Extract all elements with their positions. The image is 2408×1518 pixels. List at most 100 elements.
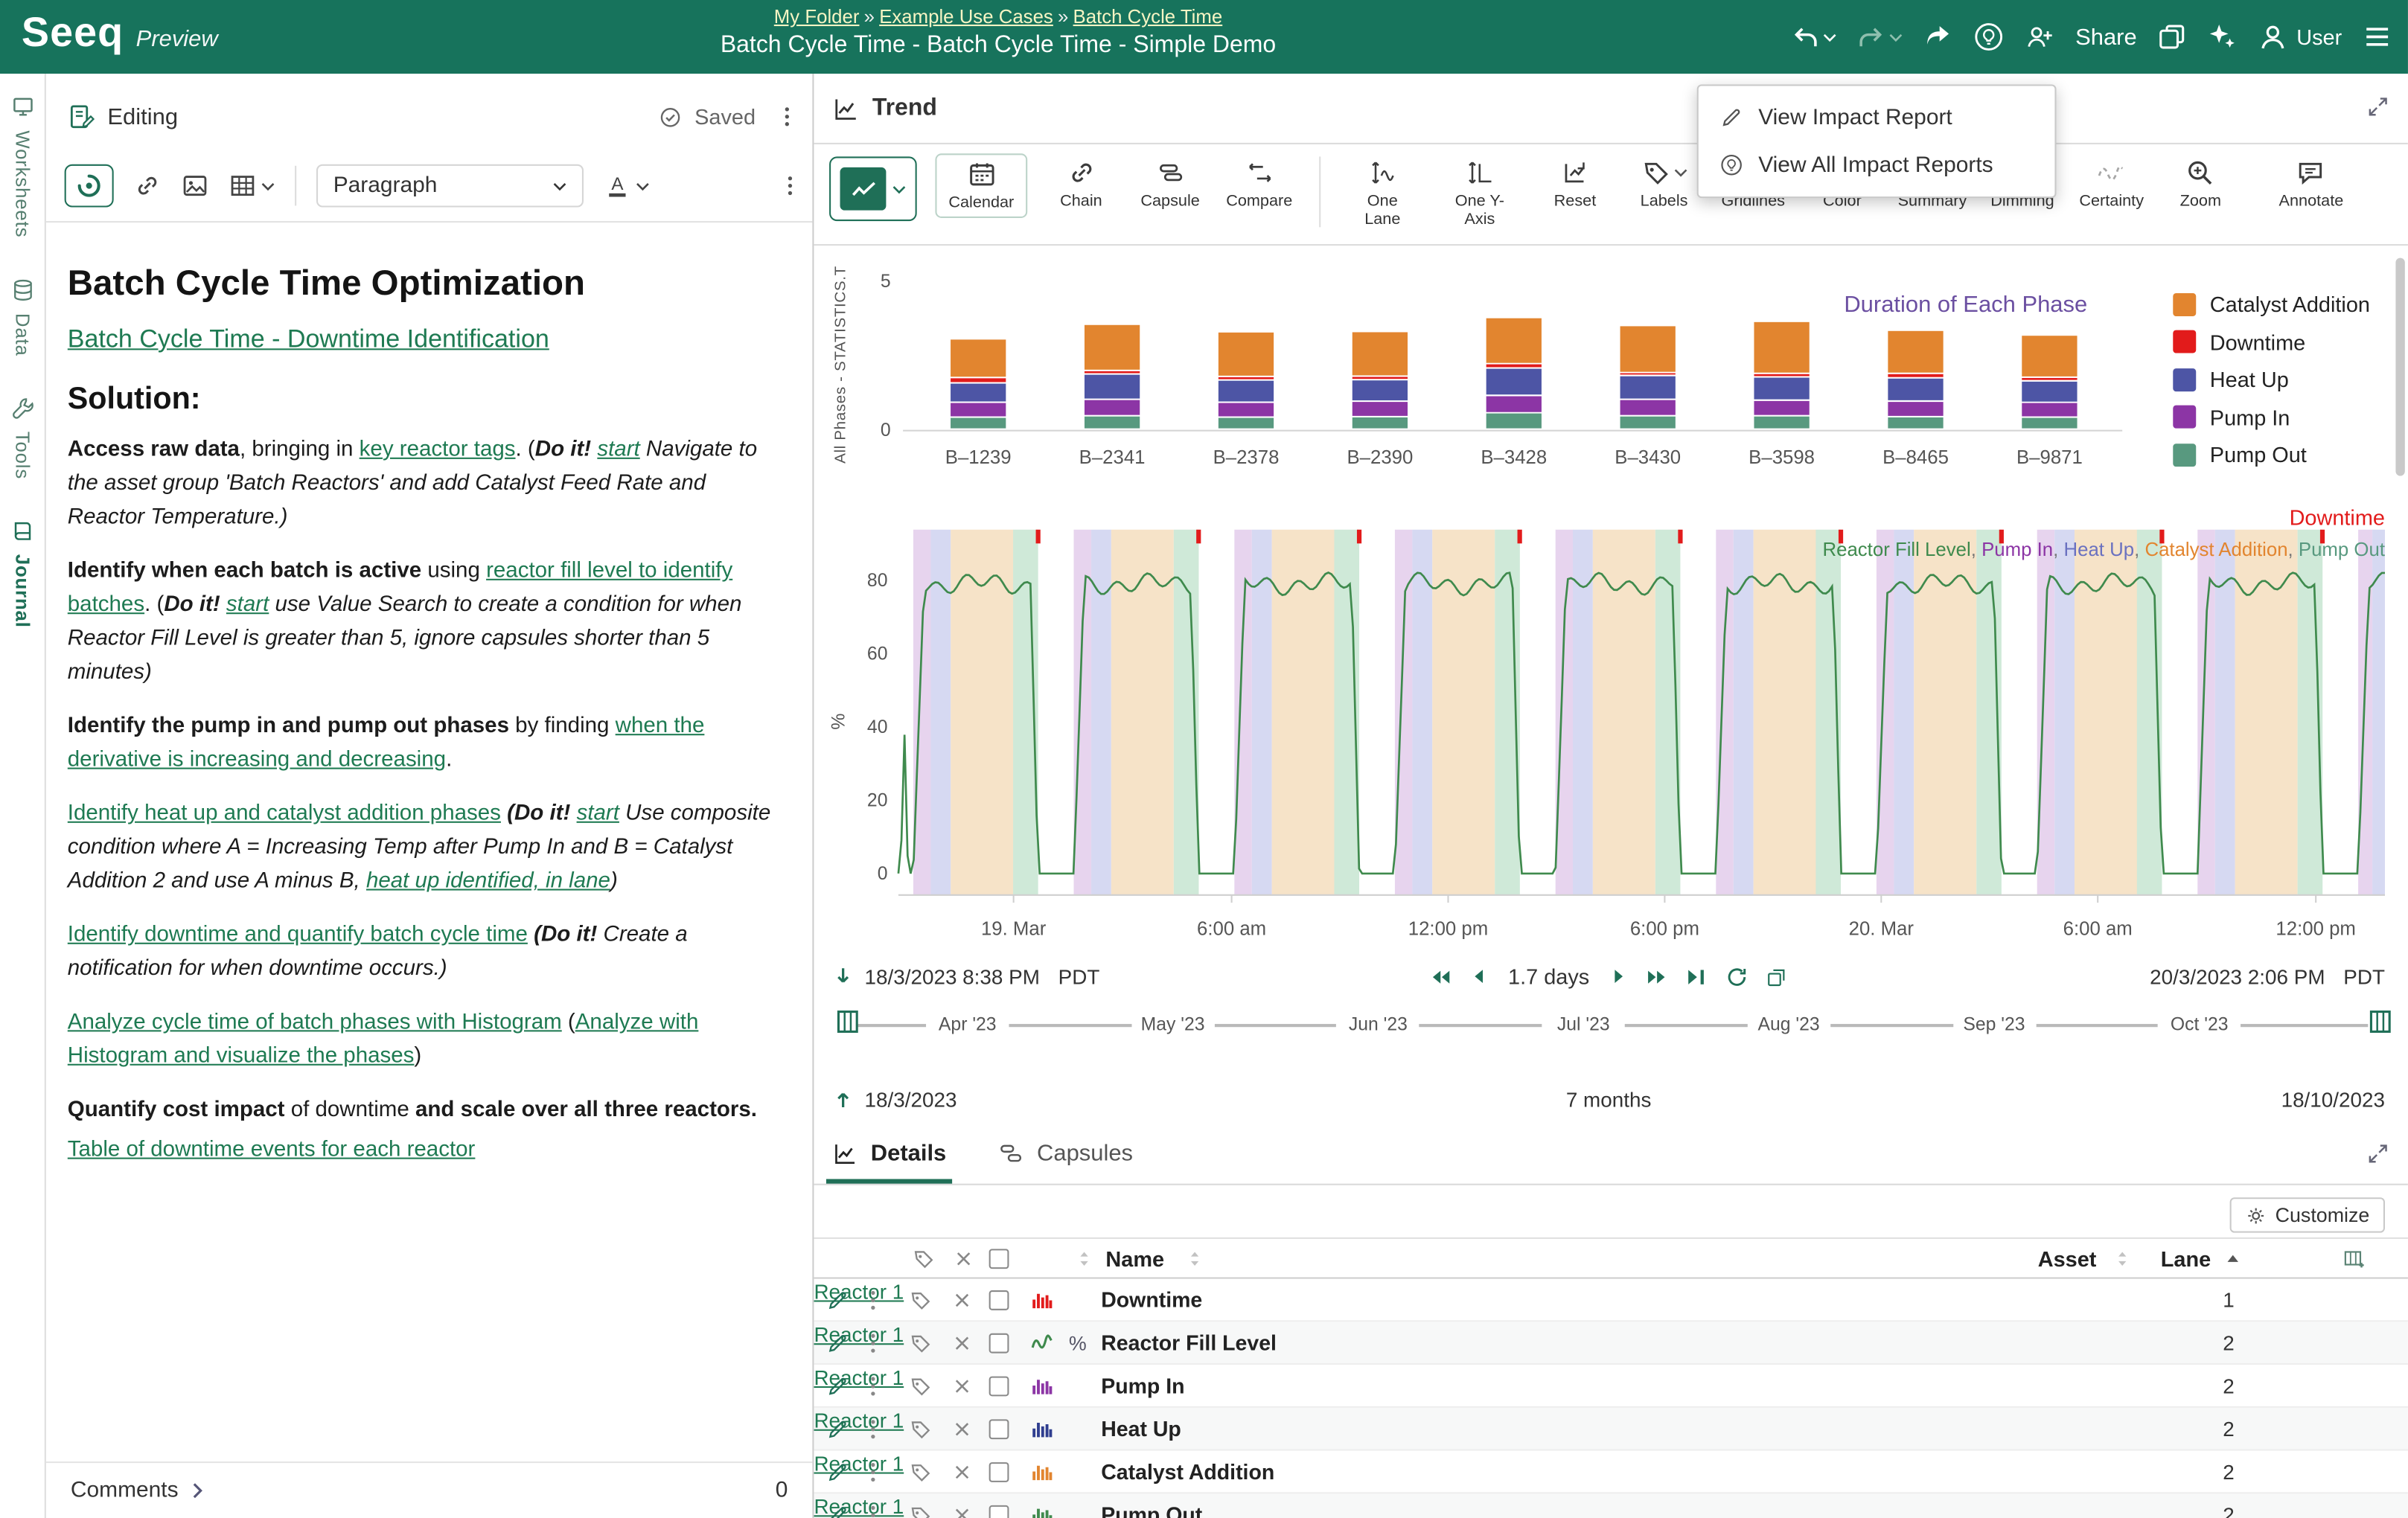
insert-image-button[interactable] xyxy=(181,172,208,199)
tab-trend[interactable]: Trend xyxy=(832,95,937,122)
trend-toolbar-compare[interactable]: Compare xyxy=(1224,153,1294,215)
comments-bar[interactable]: Comments 0 xyxy=(46,1461,812,1518)
refresh-button[interactable] xyxy=(1726,965,1749,988)
range-end[interactable]: 20/3/2023 2:06 PM xyxy=(2150,965,2325,988)
remove-icon[interactable] xyxy=(951,1503,974,1518)
tab-capsules[interactable]: Capsules xyxy=(992,1128,1139,1183)
tag-icon[interactable] xyxy=(912,1246,935,1269)
doc-link[interactable]: heat up identified, in lane xyxy=(366,869,610,894)
redo-button[interactable] xyxy=(1857,22,1903,51)
investigate-start[interactable]: 18/3/2023 xyxy=(865,1088,957,1111)
step-forward-button[interactable] xyxy=(1611,967,1629,986)
trend-toolbar-one-lane[interactable]: One Lane xyxy=(1345,153,1419,234)
range-duration[interactable]: 1.7 days xyxy=(1508,964,1589,989)
tab-details[interactable]: Details xyxy=(826,1128,953,1183)
user-menu-button[interactable]: User xyxy=(2258,22,2342,52)
step-to-end-button[interactable] xyxy=(1686,965,1709,988)
trend-toolbar-one-y-axis[interactable]: One Y-Axis xyxy=(1438,153,1521,234)
trend-toolbar-capsule[interactable]: Capsule xyxy=(1135,153,1206,215)
row-checkbox[interactable] xyxy=(989,1290,1009,1310)
insert-link-button[interactable] xyxy=(133,172,161,199)
breadcrumb-link[interactable]: Batch Cycle Time xyxy=(1073,6,1223,28)
insert-table-button[interactable] xyxy=(229,172,275,199)
undo-button[interactable] xyxy=(1791,22,1837,51)
sort-icon[interactable] xyxy=(1186,1247,1204,1269)
expand-trend-icon[interactable] xyxy=(2366,95,2389,118)
edit-pencil-icon[interactable] xyxy=(826,1331,849,1354)
sidebar-tab-journal[interactable]: Journal xyxy=(10,519,34,627)
timeline-right-handle[interactable] xyxy=(2362,1008,2392,1036)
menu-item[interactable]: View Impact Report xyxy=(1699,94,2055,141)
journal-more-icon[interactable] xyxy=(783,104,791,129)
investigate-span[interactable]: 7 months xyxy=(1566,1088,1652,1111)
investigate-timeline[interactable]: Apr '23May '23Jun '23Jul '23Aug '23Sep '… xyxy=(829,1004,2392,1069)
investigate-end[interactable]: 18/10/2023 xyxy=(2281,1088,2385,1111)
sort-asc-icon[interactable] xyxy=(2223,1247,2242,1269)
breadcrumb-link[interactable]: My Folder xyxy=(774,6,860,28)
remove-icon[interactable] xyxy=(951,1417,974,1440)
journal-toolbar-more-button[interactable] xyxy=(786,173,793,198)
row-checkbox[interactable] xyxy=(989,1333,1009,1353)
columns-icon[interactable] xyxy=(2342,1246,2365,1269)
sidebar-tab-worksheets[interactable]: Worksheets xyxy=(10,95,34,237)
doc-subtitle-link[interactable]: Batch Cycle Time - Downtime Identificati… xyxy=(68,325,549,353)
remove-icon[interactable] xyxy=(951,1374,974,1397)
breadcrumb-link[interactable]: Example Use Cases xyxy=(879,6,1053,28)
edit-pencil-icon[interactable] xyxy=(826,1503,849,1518)
remove-icon[interactable] xyxy=(951,1331,974,1354)
doc-link[interactable]: Analyze cycle time of batch phases with … xyxy=(68,1011,562,1035)
table-row[interactable]: Pump InReactor 12 xyxy=(814,1365,2407,1408)
trend-toolbar-reset[interactable]: Reset xyxy=(1539,153,1610,215)
timeline-left-handle[interactable] xyxy=(835,1008,866,1036)
tag-icon[interactable] xyxy=(909,1331,932,1354)
trend-toolbar-certainty[interactable]: Certainty xyxy=(2076,153,2147,215)
trend-toolbar-zoom[interactable]: Zoom xyxy=(2165,153,2236,215)
kebab-icon[interactable] xyxy=(869,1373,877,1397)
doc-link[interactable]: Identify heat up and catalyst addition p… xyxy=(68,801,501,826)
kebab-icon[interactable] xyxy=(869,1502,877,1518)
trend-toolbar-chain[interactable]: Chain xyxy=(1046,153,1117,215)
row-checkbox[interactable] xyxy=(989,1505,1009,1518)
trend-toolbar-annotate[interactable]: Annotate xyxy=(2276,153,2346,215)
sidebar-tab-tools[interactable]: Tools xyxy=(10,396,34,479)
phase-duration-chart[interactable]: 05B–1239B–2341B–2378B–2390B–3428B–3430B–… xyxy=(860,252,2165,485)
tag-icon[interactable] xyxy=(909,1503,932,1518)
vertical-scrollbar[interactable] xyxy=(2395,258,2404,476)
menu-item[interactable]: View All Impact Reports xyxy=(1699,141,2055,189)
expand-details-icon[interactable] xyxy=(2366,1142,2389,1165)
doc-link[interactable]: key reactor tags xyxy=(360,438,516,462)
tag-icon[interactable] xyxy=(909,1374,932,1397)
kebab-icon[interactable] xyxy=(869,1330,877,1355)
step-back-button[interactable] xyxy=(1468,967,1486,986)
doc-link[interactable]: start xyxy=(577,801,619,826)
copy-range-button[interactable] xyxy=(1766,965,1789,988)
impact-report-button[interactable] xyxy=(1974,22,2005,52)
hamburger-menu-button[interactable] xyxy=(2362,22,2392,52)
table-row[interactable]: Pump OutReactor 12 xyxy=(814,1493,2407,1518)
step-back-full-button[interactable] xyxy=(1428,965,1451,988)
sidebar-tab-data[interactable]: Data xyxy=(10,278,34,356)
sort-icon[interactable] xyxy=(2113,1247,2132,1269)
trend-chart[interactable]: 80604020019. Mar6:00 am12:00 pm6:00 pm20… xyxy=(860,527,2395,957)
journal-document[interactable]: Batch Cycle Time Optimization Batch Cycl… xyxy=(46,222,812,1461)
share-button[interactable]: Share xyxy=(2075,24,2137,50)
doc-link[interactable]: Identify downtime and quantify batch cyc… xyxy=(68,923,528,947)
edit-pencil-icon[interactable] xyxy=(826,1374,849,1397)
range-start[interactable]: 18/3/2023 8:38 PM xyxy=(865,965,1040,988)
kebab-icon[interactable] xyxy=(869,1459,877,1484)
asset-column-header[interactable]: Asset xyxy=(2038,1246,2097,1270)
trend-toolbar-labels[interactable]: Labels xyxy=(1629,153,1699,215)
paragraph-style-select[interactable]: Paragraph xyxy=(316,164,584,208)
insert-seeq-content-button[interactable] xyxy=(65,164,114,208)
doc-link[interactable]: Table of downtime events for each reacto… xyxy=(68,1138,476,1162)
name-column-header[interactable]: Name xyxy=(1105,1246,1164,1270)
table-row[interactable]: Catalyst AdditionReactor 12 xyxy=(814,1451,2407,1494)
worksheet-panels-button[interactable] xyxy=(2156,22,2187,52)
customize-button[interactable]: Customize xyxy=(2229,1197,2385,1232)
row-checkbox[interactable] xyxy=(989,1461,1009,1482)
doc-link[interactable]: start xyxy=(597,438,639,462)
trend-toolbar-calendar[interactable]: Calendar xyxy=(935,153,1027,218)
tag-icon[interactable] xyxy=(909,1417,932,1440)
sort-icon[interactable] xyxy=(1075,1247,1093,1269)
add-user-button[interactable] xyxy=(2025,22,2055,52)
